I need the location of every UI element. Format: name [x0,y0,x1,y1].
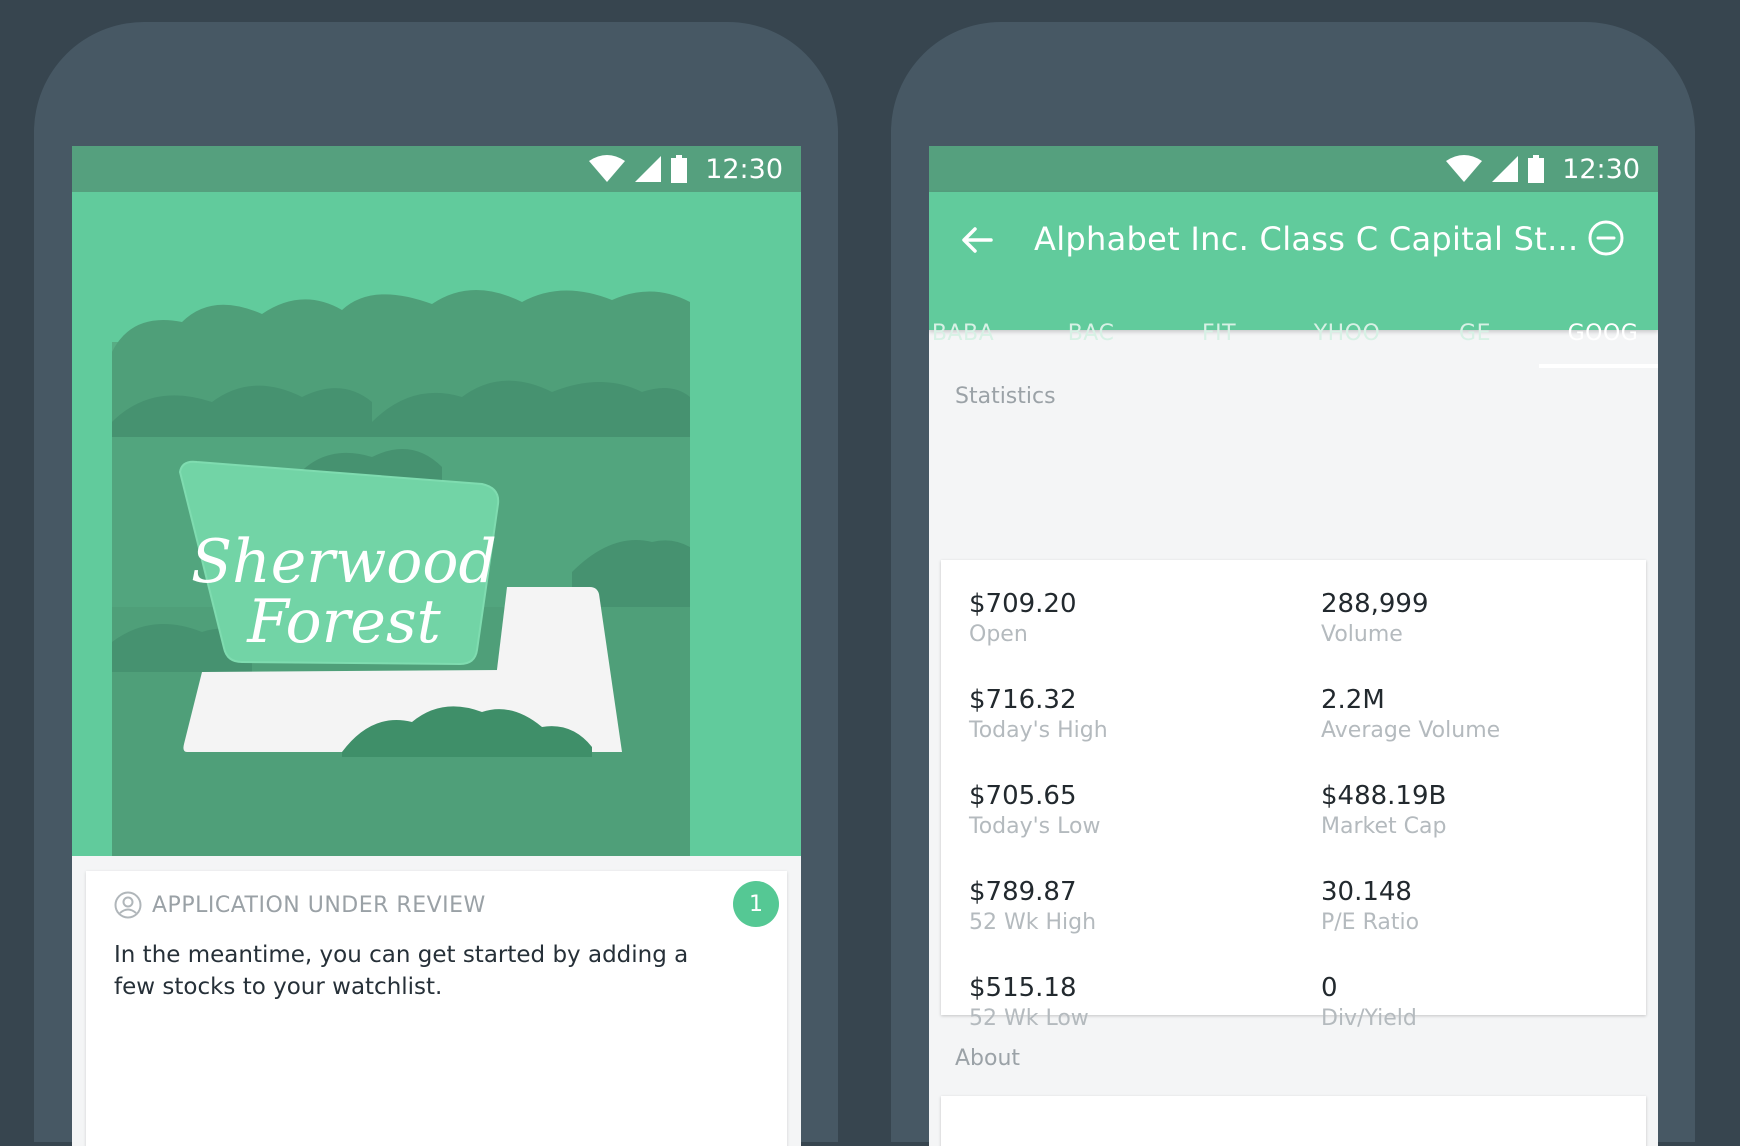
stat-value: $716.32 [969,685,1077,715]
back-arrow-icon[interactable] [957,220,997,260]
stat-52wk-high: $789.87 52 Wk High [969,876,1096,938]
stat-label: Today's High [969,718,1108,743]
tab-fit[interactable]: FIT [1155,314,1283,364]
stat-average-volume: 2.2M Average Volume [1321,684,1500,746]
cell-signal-icon [1492,156,1519,182]
wifi-icon [589,155,626,182]
about-card [941,1096,1646,1146]
stat-pe-ratio: 30.148 P/E Ratio [1321,876,1419,938]
stat-label: 52 Wk High [969,910,1097,935]
stat-label: 52 Wk Low [969,1006,1089,1031]
about-heading: About [955,1046,1021,1071]
stat-value: $515.18 [969,973,1077,1003]
sign-text-line2: Forest [246,587,441,657]
stat-52wk-low: $515.18 52 Wk Low [969,972,1089,1034]
stat-market-cap: $488.19B Market Cap [1321,780,1446,842]
stat-value: 30.148 [1321,877,1412,907]
stat-label: Market Cap [1321,814,1447,839]
battery-icon [671,155,688,183]
forest-scene: Sherwood Forest [72,192,801,856]
ticker-tabs: BABA BAC FIT YHOO GE GOOG [929,314,1658,368]
status-bar: 12:30 [72,146,801,192]
stat-label: Volume [1321,622,1403,647]
device-frame-left: 12:30 Sherwood Forest APPLICATION UNDER … [34,22,838,1146]
stat-todays-low: $705.65 Today's Low [969,780,1100,842]
wifi-icon [1446,155,1483,182]
user-circle-icon [114,891,142,919]
status-time: 12:30 [705,153,783,185]
stat-open: $709.20 Open [969,588,1077,650]
stat-label: Average Volume [1321,718,1501,743]
stat-value: $789.87 [969,877,1077,907]
tab-goog[interactable]: GOOG [1539,314,1658,368]
stat-value: 2.2M [1321,685,1385,715]
stat-label: Today's Low [969,814,1101,839]
screen-right: 12:30 Alphabet Inc. Class C Capital St..… [929,146,1658,1146]
stat-value: 288,999 [1321,589,1429,619]
stat-div-yield: 0 Div/Yield [1321,972,1417,1034]
stat-label: Open [969,622,1028,647]
stat-value: $709.20 [969,589,1077,619]
stat-todays-high: $716.32 Today's High [969,684,1108,746]
tab-yhoo[interactable]: YHOO [1283,314,1411,364]
status-time: 12:30 [1562,153,1640,185]
statistics-heading: Statistics [955,384,1056,409]
battery-icon [1528,155,1545,183]
device-frame-right: 12:30 Alphabet Inc. Class C Capital St..… [891,22,1695,1146]
sherwood-forest-illustration: Sherwood Forest [72,192,801,856]
status-bar: 12:30 [929,146,1658,192]
card-heading: APPLICATION UNDER REVIEW [152,892,486,918]
stat-value: $705.65 [969,781,1077,811]
page-title: Alphabet Inc. Class C Capital St... [1034,220,1579,258]
screen-left: 12:30 Sherwood Forest APPLICATION UNDER … [72,146,801,1146]
stat-label: Div/Yield [1321,1006,1417,1031]
tab-baba[interactable]: BABA [929,314,1027,364]
stat-label: P/E Ratio [1321,910,1420,935]
stat-value: 0 [1321,973,1338,1003]
notification-badge: 1 [733,881,779,927]
application-status-card[interactable]: APPLICATION UNDER REVIEW In the meantime… [86,871,787,1146]
stat-value: $488.19B [1321,781,1447,811]
app-bar: Alphabet Inc. Class C Capital St... BABA… [929,192,1658,368]
statistics-card: $709.20 Open 288,999 Volume $716.32 Toda… [941,560,1646,1031]
remove-circle-icon[interactable] [1586,218,1626,258]
cell-signal-icon [635,156,662,182]
stat-volume: 288,999 Volume [1321,588,1429,650]
tab-bac[interactable]: BAC [1027,314,1155,364]
card-body-text: In the meantime, you can get started by … [114,942,689,1000]
tab-ge[interactable]: GE [1411,314,1539,364]
